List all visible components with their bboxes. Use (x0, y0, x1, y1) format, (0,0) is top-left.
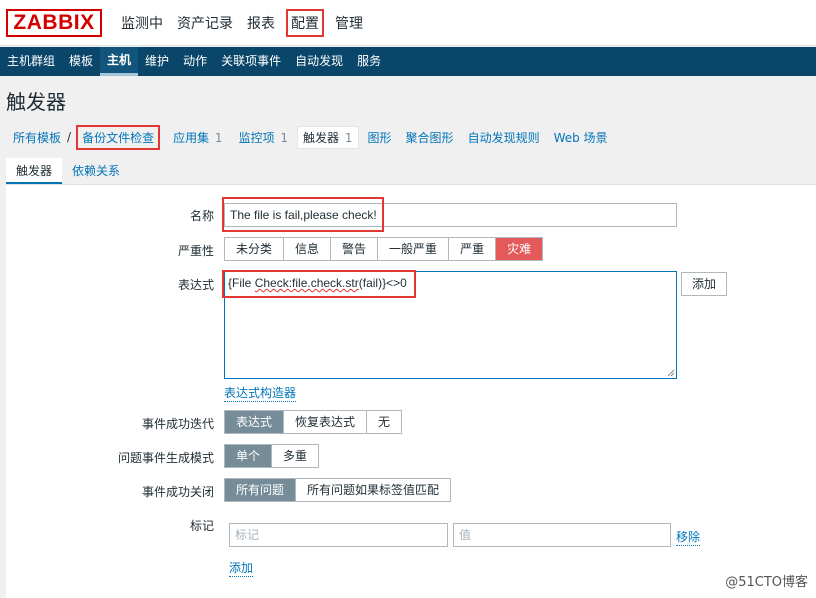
severity-information[interactable]: 信息 (284, 238, 332, 260)
mode-label: 问题事件生成模式 (117, 451, 214, 465)
close-if-tag-matches[interactable]: 所有问题如果标签值匹配 (296, 479, 450, 501)
expression-highlight-box (222, 270, 416, 298)
breadcrumb-graphs[interactable]: 图形 (363, 129, 397, 146)
breadcrumb-discovery-rules[interactable]: 自动发现规则 (463, 129, 545, 146)
submenu-templates[interactable]: 模板 (62, 47, 100, 76)
mode-selector: 单个 多重 (224, 444, 320, 468)
menu-administration[interactable]: 管理 (328, 13, 370, 33)
severity-not-classified[interactable]: 未分类 (225, 238, 285, 260)
submenu-event-correlation[interactable]: 关联项事件 (214, 47, 288, 76)
mode-multiple[interactable]: 多重 (272, 445, 318, 467)
submenu-actions[interactable]: 动作 (176, 47, 214, 76)
breadcrumb-triggers-count: 1 (344, 130, 353, 145)
breadcrumb-separator: / (67, 130, 72, 144)
breadcrumb-applications-label: 应用集 (173, 130, 210, 145)
severity-high[interactable]: 严重 (449, 238, 497, 260)
ok-event-none[interactable]: 无 (367, 411, 401, 433)
expression-constructor-link[interactable]: 表达式构造器 (224, 384, 297, 402)
sub-menu: 主机群组 模板 主机 维护 动作 关联项事件 自动发现 服务 (0, 47, 816, 76)
submenu-hosts[interactable]: 主机 (100, 47, 139, 76)
submenu-maintenance[interactable]: 维护 (138, 47, 176, 76)
remove-tag-link[interactable]: 移除 (676, 528, 701, 546)
submenu-discovery[interactable]: 自动发现 (288, 47, 350, 76)
tab-dependencies[interactable]: 依赖关系 (62, 158, 130, 184)
tags-label: 标记 (189, 519, 214, 533)
severity-disaster[interactable]: 灾难 (496, 238, 543, 260)
submenu-host-groups[interactable]: 主机群组 (0, 47, 62, 76)
add-tag-link[interactable]: 添加 (229, 559, 254, 577)
breadcrumb-applications[interactable]: 应用集 1 (168, 129, 227, 146)
breadcrumb-triggers[interactable]: 触发器 1 (297, 125, 359, 149)
page-title: 触发器 (6, 90, 66, 114)
breadcrumb-items-label: 监控项 (238, 130, 275, 145)
breadcrumb-applications-count: 1 (214, 130, 223, 145)
breadcrumb-items-count: 1 (280, 130, 289, 145)
close-all-problems[interactable]: 所有问题 (225, 479, 297, 501)
tag-value-input[interactable]: 值 (453, 523, 671, 547)
breadcrumb-web-scenarios[interactable]: Web 场景 (549, 129, 613, 146)
tab-trigger[interactable]: 触发器 (6, 158, 63, 184)
breadcrumb-screens[interactable]: 聚合图形 (401, 129, 459, 146)
close-label: 事件成功关闭 (141, 485, 214, 499)
top-header: ZABBIX 监测中 资产记录 报表 配置 管理 (0, 0, 816, 46)
tag-name-input[interactable]: 标记 (229, 523, 448, 547)
watermark: @51CTO博客 (725, 575, 808, 590)
add-expression-button[interactable]: 添加 (681, 272, 728, 296)
name-highlight-box (222, 197, 384, 232)
zabbix-logo[interactable]: ZABBIX (6, 9, 102, 37)
menu-configuration[interactable]: 配置 (286, 9, 324, 37)
severity-warning[interactable]: 警告 (331, 238, 379, 260)
ok-event-expression[interactable]: 表达式 (225, 411, 285, 433)
ok-event-label: 事件成功迭代 (141, 417, 214, 431)
mode-single[interactable]: 单个 (225, 445, 273, 467)
breadcrumb-all-templates[interactable]: 所有模板 (8, 129, 66, 146)
severity-selector: 未分类 信息 警告 一般严重 严重 灾难 (224, 237, 544, 261)
breadcrumb-host[interactable]: 备份文件检查 (76, 124, 161, 150)
severity-average[interactable]: 一般严重 (378, 238, 450, 260)
main-menu: 监测中 资产记录 报表 配置 管理 (114, 0, 370, 46)
ok-event-recovery-expression[interactable]: 恢复表达式 (284, 411, 368, 433)
name-label: 名称 (189, 209, 214, 223)
severity-label: 严重性 (177, 244, 214, 258)
menu-reports[interactable]: 报表 (240, 13, 282, 33)
close-selector: 所有问题 所有问题如果标签值匹配 (224, 478, 452, 502)
submenu-services[interactable]: 服务 (350, 47, 388, 76)
ok-event-selector: 表达式 恢复表达式 无 (224, 410, 403, 434)
expression-label: 表达式 (177, 278, 214, 292)
breadcrumb-items[interactable]: 监控项 1 (234, 129, 293, 146)
menu-monitoring[interactable]: 监测中 (114, 13, 170, 33)
form-tabs: 触发器 依赖关系 (6, 158, 130, 184)
breadcrumb: 所有模板 / 备份文件检查 应用集 1 监控项 1 触发器 1 图形 聚合图形 … (0, 124, 613, 150)
menu-inventory[interactable]: 资产记录 (170, 13, 240, 33)
breadcrumb-triggers-label: 触发器 (303, 130, 340, 145)
resize-handle-icon[interactable] (667, 369, 675, 377)
